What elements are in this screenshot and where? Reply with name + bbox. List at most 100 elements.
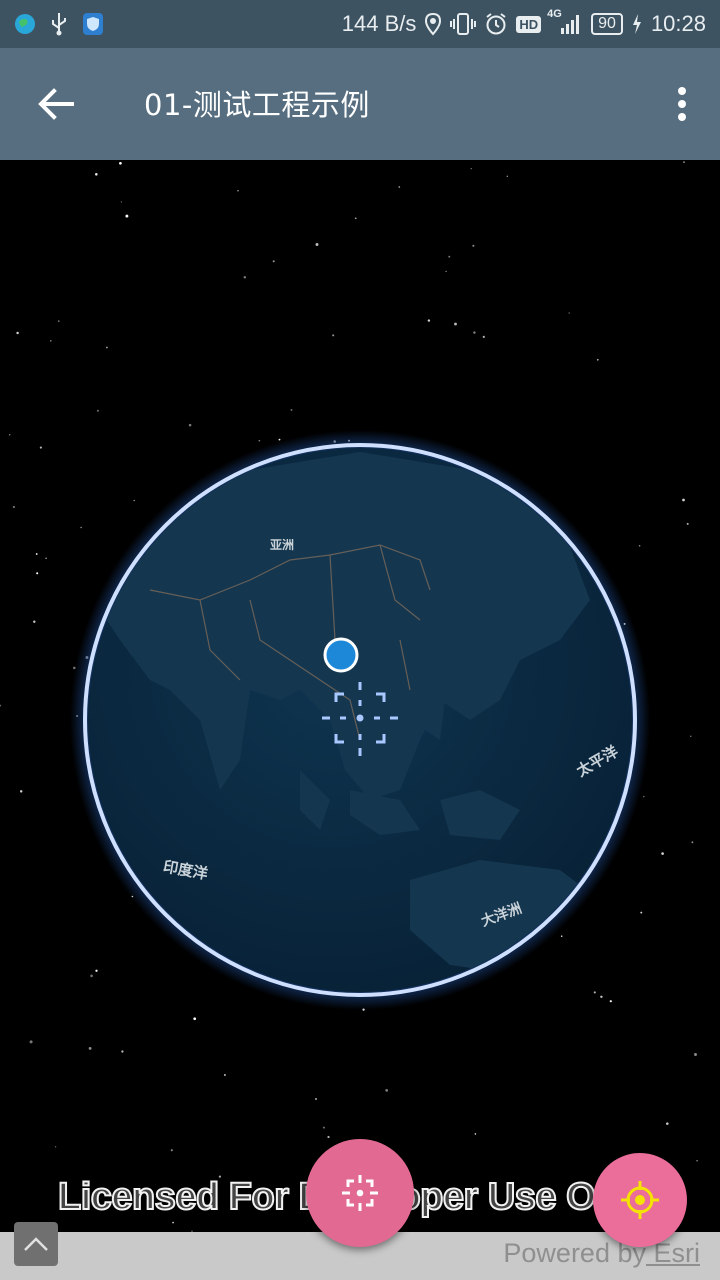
map-label-asia: 亚洲 bbox=[270, 538, 294, 552]
star bbox=[454, 322, 457, 326]
star bbox=[661, 852, 664, 855]
arrow-back-icon bbox=[38, 88, 74, 120]
star bbox=[16, 331, 19, 335]
star bbox=[398, 186, 401, 188]
star bbox=[90, 974, 93, 978]
star bbox=[8, 434, 11, 436]
shield-icon bbox=[82, 12, 104, 36]
star bbox=[272, 260, 275, 263]
star bbox=[80, 526, 82, 529]
star bbox=[33, 620, 36, 623]
star bbox=[193, 1017, 197, 1021]
page-title: 01-测试工程示例 bbox=[144, 88, 370, 122]
charging-icon bbox=[631, 12, 643, 36]
star bbox=[95, 969, 98, 972]
star bbox=[125, 214, 129, 218]
star bbox=[686, 522, 689, 525]
star bbox=[36, 572, 39, 575]
more-vert-icon bbox=[678, 87, 686, 121]
crosshair-icon bbox=[342, 1175, 378, 1211]
star bbox=[682, 498, 685, 502]
star bbox=[600, 995, 603, 999]
star bbox=[596, 358, 599, 361]
star bbox=[88, 1046, 92, 1050]
star bbox=[474, 1133, 477, 1135]
star bbox=[188, 423, 192, 427]
star bbox=[19, 790, 23, 793]
star bbox=[50, 340, 52, 342]
star bbox=[470, 167, 472, 170]
star bbox=[119, 161, 122, 165]
star bbox=[35, 553, 38, 555]
star bbox=[29, 1040, 33, 1044]
star bbox=[322, 1126, 325, 1129]
chevron-up-icon bbox=[24, 1237, 48, 1251]
powered-by-attribution[interactable]: Powered by Esri bbox=[503, 1238, 700, 1269]
back-button[interactable] bbox=[32, 84, 80, 124]
star bbox=[170, 1149, 173, 1152]
locate-me-button[interactable] bbox=[593, 1153, 687, 1247]
location-marker[interactable] bbox=[323, 637, 359, 673]
center-map-button[interactable] bbox=[306, 1139, 414, 1247]
star bbox=[258, 439, 261, 442]
star bbox=[385, 1089, 389, 1092]
star bbox=[39, 446, 42, 449]
network-type: 4G bbox=[547, 8, 562, 20]
star bbox=[121, 1050, 124, 1053]
star bbox=[96, 409, 99, 412]
status-bar: 144 B/s HD 4G 90 10:28 bbox=[0, 0, 720, 48]
clock: 10:28 bbox=[650, 11, 706, 36]
star bbox=[120, 201, 123, 203]
signal-icon: 4G bbox=[547, 8, 583, 36]
star bbox=[691, 841, 694, 844]
map-view[interactable]: 亚洲 太平洋 印度洋 大洋洲 bbox=[0, 160, 720, 1280]
star bbox=[95, 173, 98, 176]
star bbox=[172, 1221, 174, 1224]
star bbox=[45, 557, 47, 560]
star bbox=[354, 217, 357, 220]
star bbox=[332, 334, 335, 337]
star bbox=[609, 1000, 612, 1003]
battery-indicator: 90 bbox=[591, 13, 623, 35]
star bbox=[696, 1159, 698, 1162]
star bbox=[327, 1135, 330, 1139]
star bbox=[506, 175, 509, 178]
location-icon bbox=[424, 12, 442, 36]
star bbox=[58, 320, 60, 322]
star bbox=[560, 935, 563, 937]
star bbox=[683, 161, 685, 163]
star bbox=[278, 438, 281, 441]
expand-attribution-button[interactable] bbox=[14, 1222, 58, 1266]
overflow-menu-button[interactable] bbox=[670, 84, 694, 124]
star bbox=[445, 270, 447, 273]
app-bar: 01-测试工程示例 bbox=[0, 48, 720, 160]
star bbox=[314, 1097, 318, 1101]
star bbox=[427, 319, 431, 322]
star bbox=[473, 331, 476, 334]
star bbox=[694, 1053, 697, 1056]
star bbox=[133, 499, 135, 502]
network-speed: 144 B/s bbox=[341, 11, 417, 36]
app-globe-icon bbox=[14, 13, 36, 35]
star bbox=[315, 243, 319, 246]
star bbox=[643, 795, 645, 798]
vibrate-icon bbox=[450, 12, 477, 36]
alarm-icon bbox=[484, 12, 508, 36]
star bbox=[640, 911, 643, 914]
star bbox=[0, 704, 2, 707]
star bbox=[448, 255, 451, 258]
star bbox=[290, 409, 293, 411]
star bbox=[568, 312, 570, 314]
star bbox=[472, 244, 475, 247]
star bbox=[482, 335, 485, 338]
hd-badge: HD bbox=[516, 15, 542, 33]
usb-icon bbox=[50, 12, 68, 36]
star bbox=[237, 190, 239, 192]
star bbox=[54, 1146, 57, 1148]
star bbox=[106, 346, 108, 349]
star bbox=[638, 544, 641, 547]
star bbox=[243, 276, 247, 279]
star bbox=[12, 505, 16, 509]
star bbox=[690, 735, 692, 737]
star bbox=[593, 991, 596, 994]
